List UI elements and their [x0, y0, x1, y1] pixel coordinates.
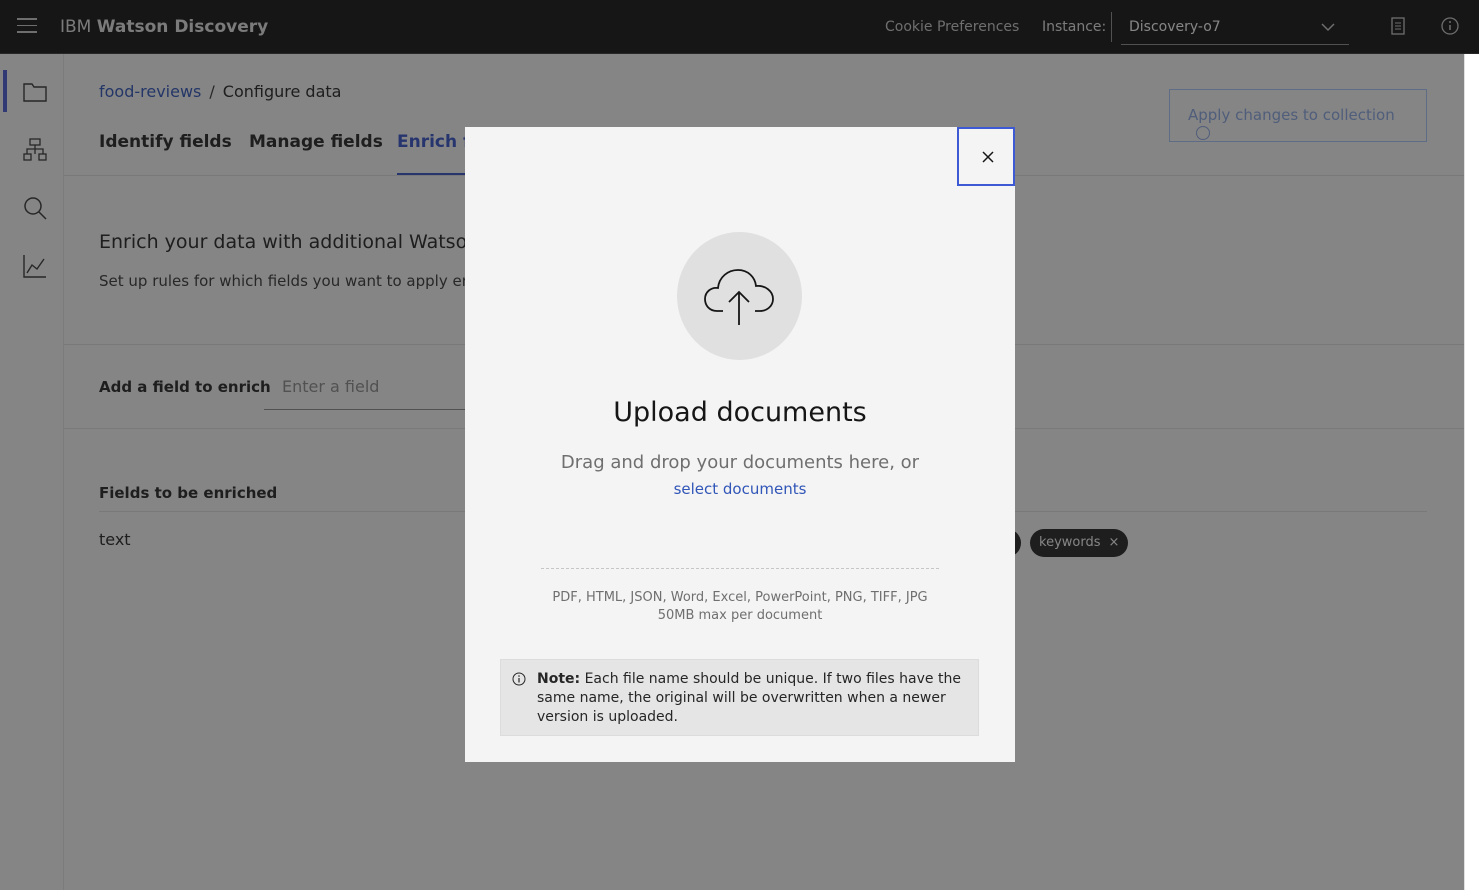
note-text: Each file name should be unique. If two … — [537, 671, 961, 725]
formats-list: PDF, HTML, JSON, Word, Excel, PowerPoint… — [552, 590, 928, 605]
upload-icon-circle — [677, 232, 802, 360]
close-modal-button[interactable] — [957, 127, 1015, 186]
upload-modal: Upload documents Drag and drop your docu… — [465, 127, 1015, 762]
note-label: Note: — [537, 671, 581, 687]
right-edge-strip — [1464, 54, 1479, 890]
unique-filename-note: Note: Each file name should be unique. I… — [500, 659, 979, 736]
close-icon — [982, 151, 994, 163]
select-documents-link[interactable]: select documents — [465, 480, 1015, 498]
max-size-text: 50MB max per document — [657, 608, 823, 623]
supported-formats: PDF, HTML, JSON, Word, Excel, PowerPoint… — [465, 589, 1015, 625]
cloud-upload-icon — [704, 269, 774, 325]
info-icon — [512, 672, 526, 686]
drop-zone-divider — [541, 568, 939, 569]
drag-drop-text: Drag and drop your documents here, or — [560, 452, 920, 473]
modal-title: Upload documents — [613, 397, 867, 428]
